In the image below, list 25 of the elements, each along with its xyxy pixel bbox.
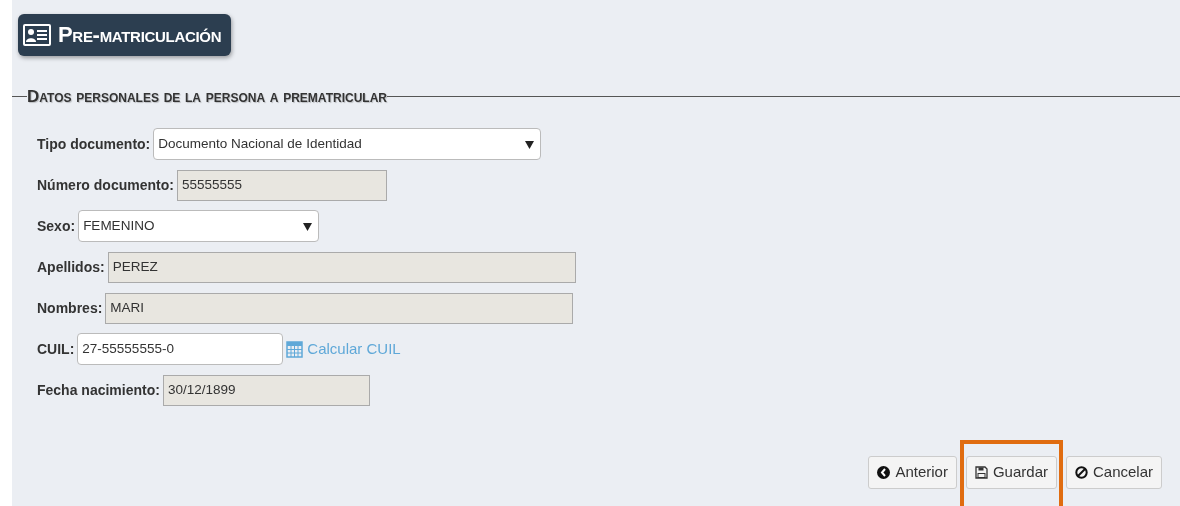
field-label: Tipo documento: xyxy=(37,134,151,154)
cancel-button[interactable]: Cancelar xyxy=(1065,456,1162,489)
field-label: Apellidos: xyxy=(37,257,105,277)
id-card-icon xyxy=(22,22,52,47)
section-legend: Datos personales de la persona a prematricular xyxy=(27,84,387,110)
page-title: Pre-matriculación xyxy=(18,14,232,56)
field-label: CUIL: xyxy=(37,339,75,359)
save-button[interactable]: Guardar xyxy=(965,456,1057,489)
input-field[interactable]: 27-55555555-0 xyxy=(77,333,284,365)
input-field: MARI xyxy=(105,292,574,324)
back-button[interactable]: Anterior xyxy=(868,456,957,489)
cancel-icon xyxy=(1074,466,1088,479)
input-field: 30/12/1899 xyxy=(162,374,370,406)
dropdown[interactable]: Documento Nacional de Identidad xyxy=(153,128,542,160)
dropdown[interactable]: FEMENINO xyxy=(78,210,320,242)
calculator-icon xyxy=(286,340,304,358)
field-label: Número documento: xyxy=(37,175,174,195)
field-label: Fecha nacimiento: xyxy=(37,380,160,400)
input-field: PEREZ xyxy=(107,251,576,283)
field-label: Nombres: xyxy=(37,298,103,318)
field-label: Sexo: xyxy=(37,216,76,236)
back-icon xyxy=(877,466,891,479)
input-field: 55555555 xyxy=(176,169,387,201)
caret-icon xyxy=(525,140,535,149)
caret-icon xyxy=(303,222,313,231)
